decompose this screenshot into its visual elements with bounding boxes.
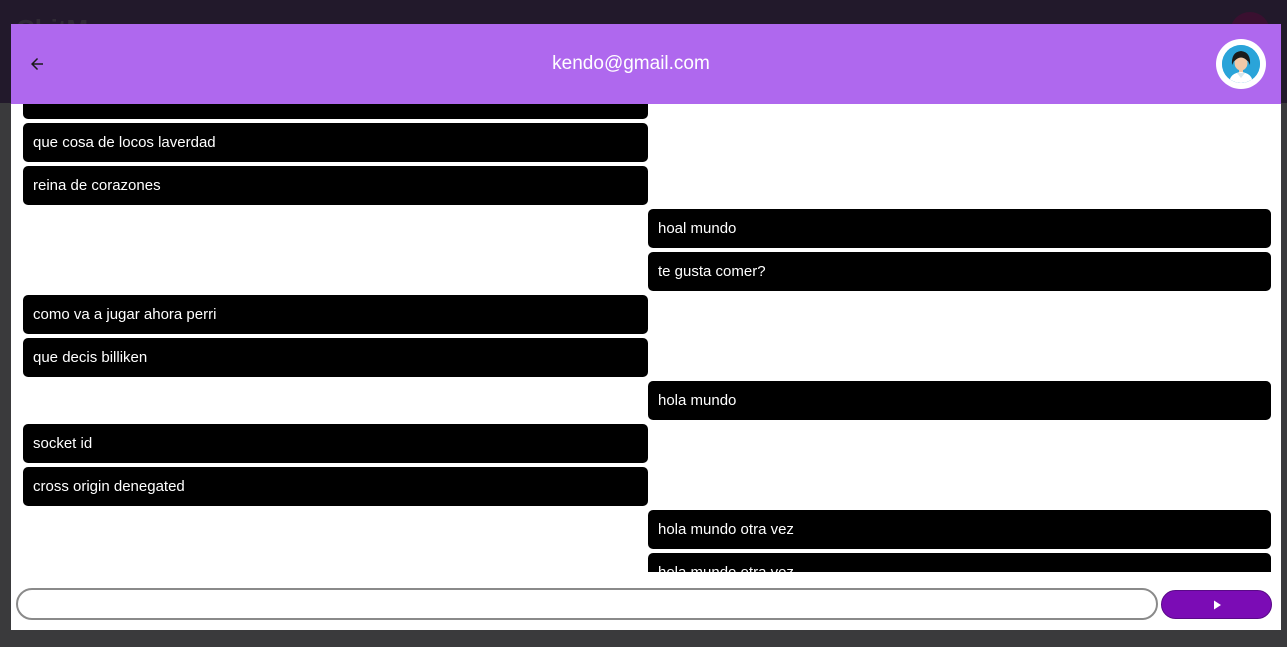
message-row: cross origin denegated	[11, 467, 1281, 510]
chat-title: kendo@gmail.com	[552, 53, 710, 74]
message-input[interactable]	[16, 588, 1158, 620]
play-arrow-icon	[1213, 600, 1221, 609]
outgoing-message-bubble: hola mundo	[648, 381, 1271, 420]
incoming-message-bubble: que cosa de locos laverdad	[23, 123, 648, 162]
outgoing-message-bubble: hola mundo otra vez	[648, 510, 1271, 549]
outgoing-message-bubble: te gusta comer?	[648, 252, 1271, 291]
incoming-message-bubble: como va a jugar ahora perri	[23, 295, 648, 334]
user-avatar-icon	[1222, 45, 1260, 83]
chat-header: kendo@gmail.com	[11, 24, 1281, 104]
message-row: hola mundo	[11, 381, 1281, 424]
message-row	[11, 104, 1281, 123]
incoming-message-bubble: que decis billiken	[23, 338, 648, 377]
message-row: que cosa de locos laverdad	[11, 123, 1281, 166]
incoming-message-bubble: socket id	[23, 424, 648, 463]
incoming-message-bubble: cross origin denegated	[23, 467, 648, 506]
outgoing-message-bubble: hoal mundo	[648, 209, 1271, 248]
message-list-inner: que cosa de locos laverdad reina de coraz…	[11, 104, 1281, 572]
message-row: reina de corazones	[11, 166, 1281, 209]
message-row: que decis billiken	[11, 338, 1281, 381]
incoming-message-bubble	[23, 104, 648, 119]
avatar[interactable]	[1216, 39, 1266, 89]
incoming-message-bubble: reina de corazones	[23, 166, 648, 205]
message-row: hoal mundo	[11, 209, 1281, 252]
composer	[11, 572, 1281, 630]
message-row: te gusta comer?	[11, 252, 1281, 295]
outgoing-message-bubble: hola mundo otra vez	[648, 553, 1271, 572]
chat-dialog: kendo@gmail.com que cosa de locos laverd…	[11, 24, 1281, 630]
message-row: hola mundo otra vez	[11, 510, 1281, 553]
message-row: socket id	[11, 424, 1281, 467]
message-list[interactable]: que cosa de locos laverdad reina de coraz…	[11, 104, 1281, 572]
message-row: hola mundo otra vez	[11, 553, 1281, 572]
message-row: como va a jugar ahora perri	[11, 295, 1281, 338]
send-button[interactable]	[1161, 590, 1272, 619]
